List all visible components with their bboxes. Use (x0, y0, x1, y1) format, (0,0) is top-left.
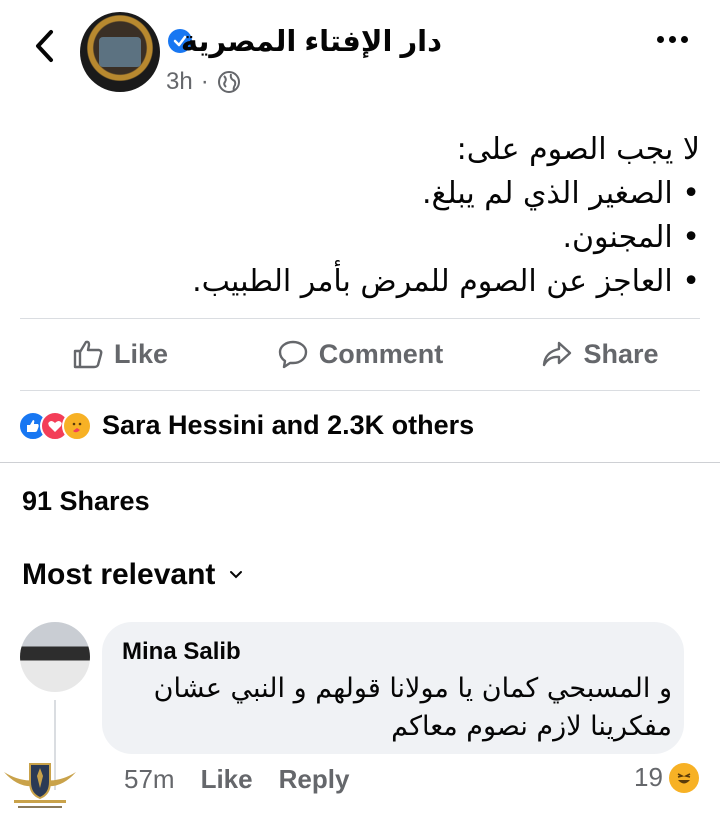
chevron-left-icon (36, 30, 53, 62)
globe-icon (217, 71, 240, 93)
post-header: دار الإفتاء المصرية 3h · (0, 0, 720, 110)
commenter-avatar[interactable] (20, 622, 90, 692)
meta-separator: · (200, 68, 209, 95)
like-button[interactable]: Like (0, 322, 240, 386)
post-text: لا يجب الصوم على: الصغير الذي لم يبلغ. ا… (100, 128, 700, 304)
page-name[interactable]: دار الإفتاء المصرية (181, 24, 442, 59)
sort-label: Most relevant (22, 558, 216, 591)
comment-text: و المسبحي كمان يا مولانا قولهم و النبي ع… (112, 670, 672, 746)
comment-label: Comment (318, 338, 444, 369)
post-meta: 3h · (166, 68, 241, 96)
like-label: Like (113, 338, 169, 369)
comment-reactions[interactable]: 19 (634, 762, 699, 793)
comment-author[interactable]: Mina Salib (122, 638, 241, 666)
more-options-button[interactable] (657, 36, 688, 43)
page-avatar[interactable] (80, 12, 160, 92)
comment-line: و المسبحي كمان يا مولانا قولهم و النبي ع… (153, 673, 672, 704)
haha-emoji-icon (668, 762, 699, 793)
share-arrow-icon (543, 341, 572, 367)
comment-sort-dropdown[interactable]: Most relevant (22, 558, 243, 592)
reactions-summary[interactable]: Sara Hessini and 2.3K others (18, 410, 474, 441)
section-divider (0, 462, 720, 463)
logo (99, 37, 141, 67)
comment-button[interactable]: Comment (240, 322, 480, 386)
comment-footer: 57m Like Reply (124, 764, 349, 795)
post-time[interactable]: 3h (166, 68, 193, 96)
share-button[interactable]: Share (480, 322, 720, 386)
shares-count[interactable]: 91 Shares (22, 486, 150, 517)
watermark-logo (0, 752, 80, 814)
divider (20, 390, 700, 391)
comment-line: مفكرينا لازم نصوم معاكم (391, 711, 672, 742)
more-dots-icon (657, 36, 664, 43)
comment-like-button[interactable]: Like (201, 764, 253, 795)
comment-time[interactable]: 57m (124, 764, 175, 795)
post-actions: Like Comment Share (0, 322, 720, 386)
post-line: العاجز عن الصوم للمرض بأمر الطبيب. (100, 260, 700, 304)
comment-reaction-count: 19 (634, 762, 663, 792)
post-line: لا يجب الصوم على: (456, 132, 700, 167)
post-line: الصغير الذي لم يبلغ. (100, 172, 700, 216)
care-reaction-icon (62, 410, 92, 441)
thumbs-up-icon (73, 340, 103, 369)
reactions-label: Sara Hessini and 2.3K others (102, 410, 475, 440)
share-label: Share (583, 338, 659, 369)
comment-reply-button[interactable]: Reply (279, 764, 350, 795)
post-line: المجنون. (100, 216, 700, 260)
divider (20, 318, 700, 319)
back-button[interactable] (24, 26, 64, 66)
chevron-down-icon (230, 571, 243, 579)
comment-bubble-icon (278, 340, 307, 369)
